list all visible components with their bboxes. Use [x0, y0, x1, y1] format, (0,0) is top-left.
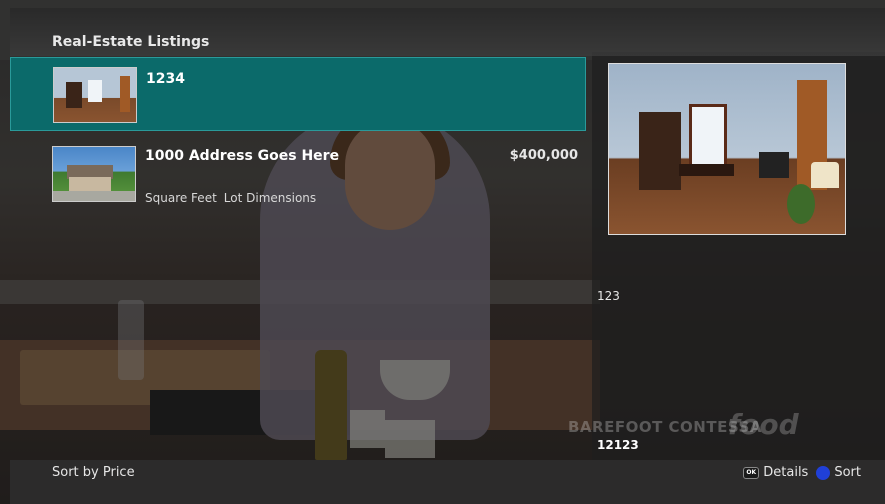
listing-item[interactable]: 1000 Address Goes Here $400,000 Square F… — [10, 133, 586, 207]
listing-lot-dimensions: Lot Dimensions — [223, 191, 317, 205]
details-line-2: 12123 — [597, 438, 639, 452]
blue-button-icon — [816, 465, 831, 480]
listing-thumbnail — [52, 146, 136, 202]
network-watermark-logo: food — [728, 408, 799, 441]
preview-tv — [759, 152, 789, 178]
listing-preview-image — [608, 63, 846, 235]
thumb-door — [120, 76, 130, 112]
listing-price: $400,000 — [509, 148, 578, 163]
app-header: Real-Estate Listings — [10, 8, 885, 56]
preview-lamp — [811, 162, 839, 188]
listing-square-feet: Square Feet — [145, 191, 217, 205]
thumb-cabinet — [66, 82, 82, 108]
thumb-window — [88, 80, 102, 102]
listing-meta: Square Feet Lot Dimensions — [145, 191, 316, 205]
page-title: Real-Estate Listings — [52, 34, 210, 50]
footer-actions: OK Details Sort — [743, 465, 861, 480]
preview-plant — [787, 184, 815, 224]
preview-cabinet — [639, 112, 681, 190]
sort-action[interactable]: Sort — [834, 465, 861, 480]
listing-title: 1000 Address Goes Here — [145, 148, 340, 164]
ok-button-icon: OK — [743, 466, 760, 479]
preview-table — [679, 164, 734, 176]
thumb-driveway — [53, 191, 135, 201]
listing-item-selected[interactable]: 1234 — [10, 57, 586, 131]
listing-thumbnail — [53, 67, 137, 123]
sort-status: Sort by Price — [52, 465, 135, 480]
listing-title: 1234 — [146, 71, 185, 87]
preview-window — [689, 104, 727, 170]
details-action[interactable]: Details — [763, 465, 808, 480]
details-line-1: 123 — [597, 289, 620, 303]
footer-bar: Sort by Price OK Details Sort — [10, 460, 885, 504]
